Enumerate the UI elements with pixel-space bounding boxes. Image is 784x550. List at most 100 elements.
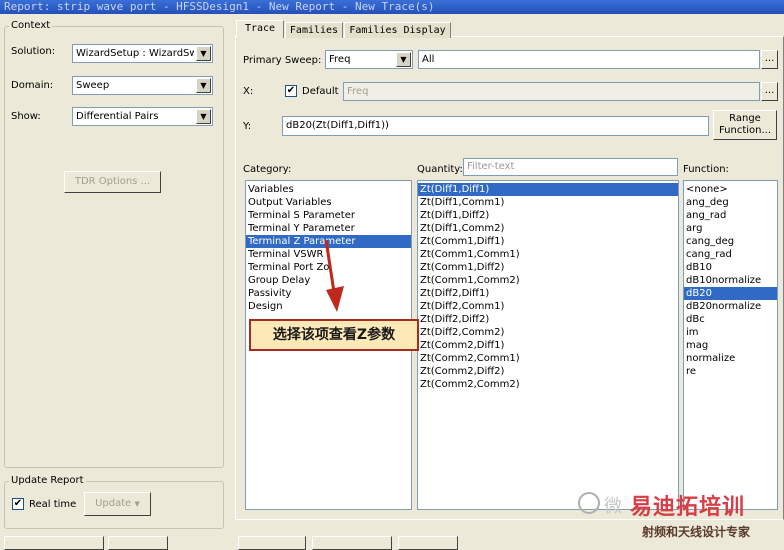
function-label: Function: xyxy=(683,164,729,175)
function-list-item[interactable]: ang_deg xyxy=(684,196,777,209)
primary-sweep-dropdown[interactable]: Freq ▼ xyxy=(325,50,413,69)
sweep-range-field[interactable]: All xyxy=(418,50,760,69)
function-list-item[interactable]: normalize xyxy=(684,352,777,365)
show-value: Differential Pairs xyxy=(76,111,159,122)
bottom-button-1[interactable] xyxy=(4,536,104,550)
quantity-list-item[interactable]: Zt(Comm1,Comm2) xyxy=(418,274,678,287)
bottom-button-4[interactable] xyxy=(312,536,392,550)
realtime-label: Real time xyxy=(29,499,77,510)
tab-families-display-label: Families Display xyxy=(349,25,446,36)
quantity-list-item[interactable]: Zt(Diff2,Diff1) xyxy=(418,287,678,300)
arrow-shaft xyxy=(324,239,336,293)
quantity-list-item[interactable]: Zt(Comm1,Comm1) xyxy=(418,248,678,261)
category-list-item[interactable]: Terminal Y Parameter xyxy=(246,222,411,235)
default-checkbox[interactable]: ✔ xyxy=(285,85,297,97)
x-expression-field[interactable]: Freq xyxy=(343,82,760,101)
primary-sweep-label: Primary Sweep: xyxy=(243,55,322,66)
y-expression-value: dB20(Zt(Diff1,Diff1)) xyxy=(286,120,389,131)
primary-sweep-value: Freq xyxy=(329,54,351,65)
domain-dropdown[interactable]: Sweep ▼ xyxy=(72,76,213,95)
bottom-button-5[interactable] xyxy=(398,536,458,550)
chevron-down-icon[interactable]: ▼ xyxy=(396,52,411,67)
function-list-item[interactable]: dB10normalize xyxy=(684,274,777,287)
quantity-list-item[interactable]: Zt(Diff2,Diff2) xyxy=(418,313,678,326)
context-group-label: Context xyxy=(9,20,53,31)
bottom-button-3[interactable] xyxy=(238,536,306,550)
default-label: Default xyxy=(302,86,339,97)
function-list-item[interactable]: dB20normalize xyxy=(684,300,777,313)
arrow-head-icon xyxy=(326,286,344,312)
quantity-list-item[interactable]: Zt(Diff2,Comm1) xyxy=(418,300,678,313)
tdr-options-label: TDR Options ... xyxy=(74,176,151,187)
tdr-options-button[interactable]: TDR Options ... xyxy=(64,171,161,193)
function-list-item[interactable]: cang_rad xyxy=(684,248,777,261)
domain-label: Domain: xyxy=(11,80,54,91)
solution-dropdown[interactable]: WizardSetup : WizardSweep ▼ xyxy=(72,44,213,63)
function-list-item[interactable]: dB10 xyxy=(684,261,777,274)
window-title-bar: Report: strip wave port - HFSSDesign1 - … xyxy=(0,0,784,14)
quantity-list-item[interactable]: Zt(Comm2,Diff1) xyxy=(418,339,678,352)
tab-families-display[interactable]: Families Display xyxy=(344,22,451,38)
quantity-list-item[interactable]: Zt(Diff1,Comm1) xyxy=(418,196,678,209)
filter-text-placeholder: Filter-text xyxy=(467,161,515,172)
x-label: X: xyxy=(243,86,254,97)
function-list-item[interactable]: mag xyxy=(684,339,777,352)
solution-value: WizardSetup : WizardSweep xyxy=(76,48,194,59)
filter-text-input[interactable]: Filter-text xyxy=(463,158,678,176)
y-expression-field[interactable]: dB20(Zt(Diff1,Diff1)) xyxy=(282,116,709,136)
function-list-item[interactable]: cang_deg xyxy=(684,235,777,248)
chevron-down-icon[interactable]: ▼ xyxy=(196,109,211,124)
sweep-range-browse-button[interactable]: ... xyxy=(761,50,778,69)
chevron-down-icon[interactable]: ▼ xyxy=(196,78,211,93)
update-report-label: Update Report xyxy=(9,475,86,486)
realtime-checkbox[interactable]: ✔ xyxy=(12,498,24,510)
x-browse-button[interactable]: ... xyxy=(761,82,778,101)
watermark-logo-text: 微 xyxy=(604,496,622,517)
quantity-list-item[interactable]: Zt(Diff2,Comm2) xyxy=(418,326,678,339)
ellipsis-label: ... xyxy=(764,85,775,96)
tab-trace[interactable]: Trace xyxy=(236,20,284,38)
function-list-item[interactable]: <none> xyxy=(684,183,777,196)
tab-families-label: Families xyxy=(289,25,339,36)
annotation-callout: 选择该项查看Z参数 xyxy=(249,319,419,351)
window-title: Report: strip wave port - HFSSDesign1 - … xyxy=(4,0,435,13)
range-function-button[interactable]: Range Function... xyxy=(713,110,777,140)
function-list-item[interactable]: dB20 xyxy=(684,287,777,300)
watermark-subtitle: 射频和天线设计专家 xyxy=(642,525,751,539)
category-list-item[interactable]: Output Variables xyxy=(246,196,411,209)
show-dropdown[interactable]: Differential Pairs ▼ xyxy=(72,107,213,126)
quantity-label: Quantity: xyxy=(417,164,463,175)
function-list[interactable]: <none> ang_deg ang_rad arg cang_deg cang_rad d… xyxy=(683,180,778,510)
quantity-list[interactable]: Zt(Diff1,Diff1) Zt(Diff1,Comm1) Zt(Diff1,D… xyxy=(417,180,679,510)
function-list-item[interactable]: re xyxy=(684,365,777,378)
quantity-list-item[interactable]: Zt(Comm2,Comm1) xyxy=(418,352,678,365)
solution-label: Solution: xyxy=(11,46,56,57)
domain-value: Sweep xyxy=(76,80,110,91)
annotation-callout-text: 选择该项查看Z参数 xyxy=(272,327,396,343)
annotation-arrow xyxy=(324,239,344,312)
range-function-label-1: Range xyxy=(729,113,761,124)
quantity-list-item[interactable]: Zt(Comm1,Diff1) xyxy=(418,235,678,248)
quantity-list-item[interactable]: Zt(Diff1,Diff1) xyxy=(418,183,678,196)
x-expression-value: Freq xyxy=(347,86,369,97)
quantity-list-item[interactable]: Zt(Comm2,Comm2) xyxy=(418,378,678,391)
quantity-list-item[interactable]: Zt(Diff1,Diff2) xyxy=(418,209,678,222)
category-label: Category: xyxy=(243,164,292,175)
tab-families[interactable]: Families xyxy=(285,22,343,38)
range-function-label-2: Function... xyxy=(718,125,772,136)
function-list-item[interactable]: im xyxy=(684,326,777,339)
category-list-item[interactable]: Terminal S Parameter xyxy=(246,209,411,222)
quantity-list-item[interactable]: Zt(Comm2,Diff2) xyxy=(418,365,678,378)
update-button[interactable]: Update ▼ xyxy=(84,492,151,516)
watermark-brand: 易迪拓培训 xyxy=(630,495,746,520)
quantity-list-item[interactable]: Zt(Comm1,Diff2) xyxy=(418,261,678,274)
quantity-list-item[interactable]: Zt(Diff1,Comm2) xyxy=(418,222,678,235)
function-list-item[interactable]: ang_rad xyxy=(684,209,777,222)
chevron-down-icon[interactable]: ▼ xyxy=(196,46,211,61)
bottom-button-2[interactable] xyxy=(108,536,168,550)
category-list-item[interactable]: Variables xyxy=(246,183,411,196)
function-list-item[interactable]: arg xyxy=(684,222,777,235)
sweep-range-value: All xyxy=(422,54,435,65)
function-list-item[interactable]: dBc xyxy=(684,313,777,326)
chevron-down-icon: ▼ xyxy=(134,500,140,508)
